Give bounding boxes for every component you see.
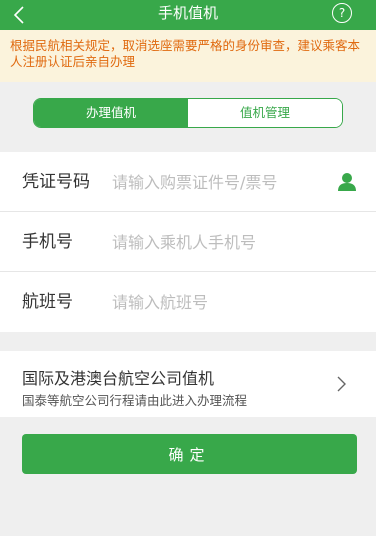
phone-input[interactable] <box>112 212 312 272</box>
person-icon[interactable] <box>336 171 358 193</box>
tab-checkin[interactable]: 办理值机 <box>34 99 188 127</box>
flight-input[interactable] <box>112 272 312 332</box>
flight-row: 航班号 <box>0 272 376 332</box>
flight-label: 航班号 <box>22 292 73 312</box>
help-circle-icon: ? <box>338 6 346 20</box>
phone-row: 手机号 <box>0 212 376 272</box>
notice-banner: 根据民航相关规定，取消选座需要严格的身份审查，建议乘客本人注册认证后亲自办理 <box>0 30 376 82</box>
international-checkin-subtitle: 国泰等航空公司行程请由此进入办理流程 <box>22 393 248 408</box>
top-bar: 手机值机 ? <box>0 0 376 30</box>
phone-label: 手机号 <box>22 232 73 252</box>
international-checkin-item[interactable]: 国际及港澳台航空公司值机 国泰等航空公司行程请由此进入办理流程 <box>0 351 376 417</box>
tab-checkin-manage[interactable]: 值机管理 <box>188 99 342 127</box>
notice-text: 根据民航相关规定，取消选座需要严格的身份审查，建议乘客本人注册认证后亲自办理 <box>10 38 361 69</box>
segmented-control: 办理值机 值机管理 <box>33 98 343 128</box>
international-checkin-title: 国际及港澳台航空公司值机 <box>22 369 215 388</box>
page-title: 手机值机 <box>157 4 218 22</box>
credential-label: 凭证号码 <box>22 172 90 192</box>
tab-section: 办理值机 值机管理 <box>0 82 376 152</box>
help-button[interactable]: ? <box>332 3 352 23</box>
chevron-right-icon <box>337 376 346 392</box>
credential-row: 凭证号码 <box>0 152 376 212</box>
credential-input[interactable] <box>112 152 312 212</box>
confirm-button[interactable]: 确定 <box>22 434 357 474</box>
checkin-form: 凭证号码 手机号 航班号 <box>0 152 376 332</box>
